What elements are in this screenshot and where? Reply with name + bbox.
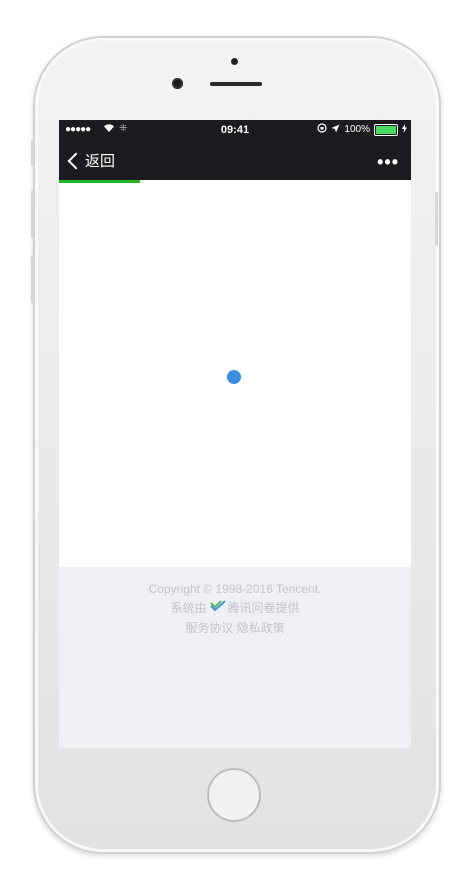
battery-level [376,125,396,134]
earpiece-speaker [210,82,262,86]
copyright-text: Copyright © 1998-2016 Tencent. [148,582,322,596]
footer-links: 服务协议 隐私政策 [59,618,411,638]
terms-of-service-link[interactable]: 服务协议 [185,621,233,635]
status-right-group: 100% [317,123,407,136]
battery-percent: 100% [344,124,370,135]
volume-down-button [31,255,34,303]
chevron-left-icon [67,152,85,169]
more-options-button[interactable]: ••• [377,152,399,173]
back-button-label: 返回 [85,153,116,170]
mute-switch [31,140,34,166]
proximity-sensor [231,58,238,65]
provider-prefix: 系统由 [170,601,207,615]
power-button [435,192,438,246]
home-button[interactable] [207,768,261,822]
orientation-lock-icon [317,123,328,136]
loading-spinner-icon [227,370,241,384]
navigation-bar: 返回 ••• [59,140,411,180]
provider-name: 腾讯问卷提供 [227,601,300,615]
battery-icon [374,123,398,136]
location-icon [331,124,340,136]
phone-screen: ●●●●● ⁜ 09:41 100% 返回 ••• Copyright © 19… [59,120,411,748]
status-bar: ●●●●● ⁜ 09:41 100% [59,120,411,140]
tencent-wj-logo-icon [209,598,226,618]
provider-line: 系统由 腾讯问卷提供 [59,598,411,618]
web-content-area [59,183,411,567]
front-camera-icon [172,78,183,89]
back-button[interactable]: 返回 [67,150,115,171]
volume-up-button [31,190,34,238]
charging-icon [402,123,407,136]
privacy-policy-link[interactable]: 隐私政策 [237,621,285,635]
page-footer: Copyright © 1998-2016 Tencent. 系统由 腾讯问卷提… [59,567,411,748]
